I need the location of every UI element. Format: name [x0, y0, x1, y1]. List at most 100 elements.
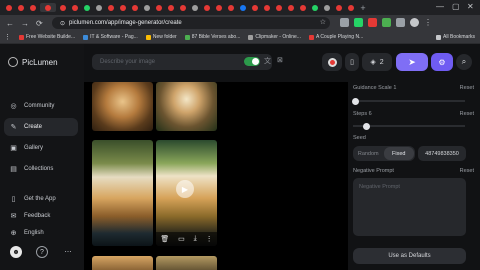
seed-value-field[interactable]: 48749838350 [418, 146, 466, 161]
bookmark-folder[interactable]: New folder [145, 34, 177, 40]
all-bookmarks[interactable]: All Bookmarks [436, 34, 475, 40]
site-info-icon[interactable]: ⊙ [60, 20, 65, 27]
feedback-icon: ✉ [10, 213, 17, 220]
slider-knob[interactable] [352, 97, 359, 105]
browser-tab[interactable] [166, 3, 176, 12]
sidebar-item-get-app[interactable]: ▯ Get the App [4, 190, 78, 208]
generated-image[interactable] [92, 140, 153, 246]
more-icon[interactable]: ⋯ [62, 246, 74, 258]
guidance-reset-button[interactable]: Reset [460, 85, 474, 91]
sidebar-item-language[interactable]: ⊕ English [4, 224, 78, 242]
bookmark-item[interactable]: A Couple Playing N... [308, 34, 363, 40]
browser-tab[interactable] [298, 3, 308, 12]
browser-tab[interactable] [154, 3, 164, 12]
apps-icon[interactable]: ⋮ [4, 33, 11, 41]
steps-slider[interactable] [353, 122, 465, 130]
seed-fixed-option[interactable]: Fixed [383, 147, 414, 160]
browser-tab[interactable] [16, 3, 26, 12]
guidance-scale-slider[interactable] [352, 97, 465, 105]
help-icon[interactable]: ? [36, 246, 48, 258]
user-avatar[interactable]: ☻ [10, 246, 22, 258]
browser-tab[interactable] [310, 3, 320, 12]
browser-tab[interactable] [58, 3, 68, 12]
seed-random-option[interactable]: Random [353, 151, 384, 157]
browser-tab[interactable] [346, 3, 356, 12]
settings-toggle-button[interactable]: ⚙ [431, 53, 453, 71]
browser-tab[interactable] [28, 3, 38, 12]
back-icon[interactable]: ← [6, 19, 14, 28]
profile-avatar[interactable] [410, 18, 419, 27]
generate-button[interactable]: ➤ [396, 53, 428, 71]
browser-tab[interactable] [214, 3, 224, 12]
sidebar-item-collections[interactable]: ▤ Collections [4, 160, 78, 178]
browser-tab[interactable] [70, 3, 80, 12]
browser-tab[interactable] [322, 3, 332, 12]
url-field[interactable]: ⊙ piclumen.com/app/image-generator/creat… [52, 17, 330, 29]
bookmark-item[interactable]: Clipmaker - Online... [248, 34, 301, 40]
delete-icon[interactable]: 🗑 [160, 235, 169, 243]
aspect-ratio-button[interactable]: ▯ [345, 53, 359, 71]
close-window-icon[interactable]: ✕ [467, 2, 474, 11]
browser-tab[interactable] [142, 3, 152, 12]
slider-knob[interactable] [363, 122, 371, 130]
reload-icon[interactable]: ⟳ [36, 19, 43, 28]
tab-favicon [30, 4, 36, 11]
batch-count-button[interactable]: ◈ 2 [362, 53, 392, 71]
browser-tab[interactable] [82, 3, 92, 12]
translate-icon[interactable]: 文 [264, 56, 271, 66]
bookmark-item[interactable]: 87 Bible Verses abo... [184, 34, 240, 40]
extension-icon[interactable] [354, 18, 363, 27]
sidebar-item-gallery[interactable]: ▣ Gallery [4, 139, 78, 157]
more-options-icon[interactable]: ⋮ [206, 235, 213, 243]
browser-tab[interactable] [226, 3, 236, 12]
bookmark-star-icon[interactable]: ☆ [320, 18, 326, 26]
play-icon[interactable]: ▶ [176, 180, 194, 198]
collect-icon[interactable]: ▭ [178, 235, 185, 243]
sidebar-item-feedback[interactable]: ✉ Feedback [4, 207, 78, 225]
brand-logo[interactable]: PicLumen [8, 57, 58, 67]
browser-tab[interactable] [274, 3, 284, 12]
generated-image[interactable] [92, 82, 153, 131]
extension-icon[interactable] [396, 18, 405, 27]
minimize-icon[interactable]: — [436, 2, 444, 11]
extension-icon[interactable] [382, 18, 391, 27]
sidebar-item-community[interactable]: ◎ Community [4, 97, 78, 115]
browser-tab[interactable] [334, 3, 344, 12]
generated-image[interactable] [156, 82, 217, 131]
search-button[interactable]: ⌕ [456, 54, 472, 70]
sidebar-item-create[interactable]: ✎ Create [4, 118, 78, 136]
generated-image[interactable] [92, 256, 153, 270]
clear-prompt-icon[interactable]: ⊠ [277, 56, 283, 64]
bookmark-item[interactable]: IT & Software - Pag... [83, 34, 138, 40]
browser-menu-icon[interactable]: ⋮ [424, 18, 432, 27]
new-tab-button[interactable]: + [358, 3, 368, 13]
browser-tab[interactable] [238, 3, 248, 12]
generated-image[interactable]: ▶ 🗑 ▭ ⤓ ⋮ [156, 140, 217, 246]
browser-tab[interactable] [4, 3, 14, 12]
browser-tab[interactable] [94, 3, 104, 12]
maximize-icon[interactable]: ▢ [452, 2, 460, 11]
negative-reset-button[interactable]: Reset [460, 168, 474, 174]
extension-icon[interactable] [368, 18, 377, 27]
prompt-magic-toggle[interactable] [244, 57, 260, 66]
forward-icon[interactable]: → [21, 19, 29, 28]
browser-tab[interactable] [130, 3, 140, 12]
bookmark-item[interactable]: Free Website Builde... [19, 34, 75, 40]
browser-tab[interactable] [262, 3, 272, 12]
extension-icon[interactable] [340, 18, 349, 27]
browser-tab[interactable] [190, 3, 200, 12]
browser-tab[interactable] [202, 3, 212, 12]
use-as-defaults-button[interactable]: Use as Defaults [353, 248, 466, 264]
download-icon[interactable]: ⤓ [194, 235, 197, 243]
browser-tab[interactable] [40, 3, 56, 12]
browser-tab[interactable] [178, 3, 188, 12]
browser-tab[interactable] [286, 3, 296, 12]
browser-tab[interactable] [250, 3, 260, 12]
generated-images: ▶ 🗑 ▭ ⤓ ⋮ [84, 82, 348, 270]
browser-tab[interactable] [106, 3, 116, 12]
steps-reset-button[interactable]: Reset [460, 111, 474, 117]
generated-image[interactable] [156, 256, 217, 270]
browser-tab[interactable] [118, 3, 128, 12]
model-selector[interactable] [322, 53, 342, 71]
negative-prompt-input[interactable]: Negative Prompt [353, 178, 466, 236]
